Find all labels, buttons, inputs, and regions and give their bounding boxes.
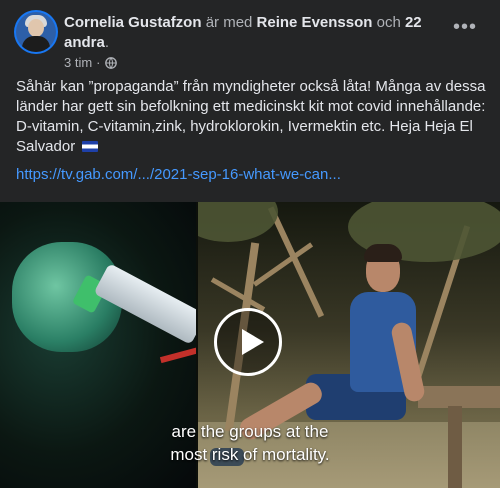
and-text: och bbox=[376, 14, 401, 31]
post-link[interactable]: https://tv.gab.com/.../2021-sep-16-what-… bbox=[16, 165, 341, 185]
more-icon: ••• bbox=[452, 16, 477, 38]
el-salvador-flag-icon bbox=[82, 141, 99, 152]
caption-line-2: most risk of mortality. bbox=[170, 445, 330, 464]
video-caption: are the groups at the most risk of morta… bbox=[0, 420, 500, 466]
avatar[interactable] bbox=[16, 12, 56, 52]
with-text: är med bbox=[205, 14, 253, 31]
post-body: Såhär kan ”propaganda” från myndigheter … bbox=[16, 77, 490, 157]
play-icon bbox=[242, 329, 264, 355]
tagged-person[interactable]: Reine Evensson bbox=[257, 14, 373, 31]
video-player[interactable]: are the groups at the most risk of morta… bbox=[0, 202, 500, 488]
post-meta: 3 tim · bbox=[64, 55, 117, 70]
post-title: Cornelia Gustafzon är med Reine Evensson… bbox=[64, 14, 422, 51]
globe-icon bbox=[104, 56, 117, 69]
author-name[interactable]: Cornelia Gustafzon bbox=[64, 14, 202, 31]
play-button[interactable] bbox=[214, 308, 282, 376]
more-options-button[interactable]: ••• bbox=[452, 16, 478, 44]
caption-line-1: are the groups at the bbox=[171, 422, 329, 441]
post-time[interactable]: 3 tim bbox=[64, 55, 92, 70]
post-header: Cornelia Gustafzon är med Reine Evensson… bbox=[16, 12, 484, 70]
